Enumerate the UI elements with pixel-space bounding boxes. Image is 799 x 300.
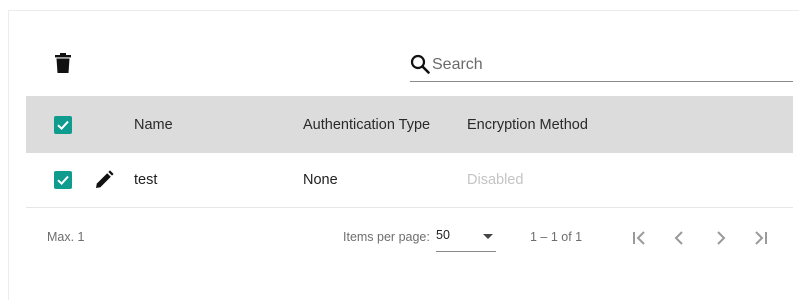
edit-button[interactable] <box>94 153 114 207</box>
cell-name: test <box>134 172 158 188</box>
first-page-button[interactable] <box>630 228 650 248</box>
delete-button[interactable] <box>54 52 72 74</box>
trash-icon <box>55 53 71 73</box>
items-per-page-value: 50 <box>436 228 450 242</box>
max-label: Max. 1 <box>47 230 85 244</box>
cell-authentication-type: None <box>303 172 338 188</box>
row-checkbox[interactable] <box>54 171 72 189</box>
items-per-page-select[interactable]: 50 <box>436 228 496 252</box>
last-page-icon <box>755 231 767 245</box>
cell-encryption-method: Disabled <box>467 172 524 188</box>
column-header-name[interactable]: Name <box>134 96 173 153</box>
header-select-all <box>54 96 72 153</box>
pencil-icon <box>96 170 114 188</box>
search-input[interactable] <box>432 54 782 76</box>
previous-page-button[interactable] <box>669 228 689 248</box>
dropdown-arrow-icon <box>483 234 493 239</box>
search-icon <box>410 54 430 74</box>
table-header: Name Authentication Type Encryption Meth… <box>26 96 793 153</box>
checkmark-icon <box>57 175 69 186</box>
chevron-left-icon <box>674 231 683 245</box>
last-page-button[interactable] <box>750 228 770 248</box>
search-field[interactable] <box>410 54 793 82</box>
items-per-page-label: Items per page: <box>343 230 430 244</box>
chevron-right-icon <box>717 231 726 245</box>
column-header-encryption-method[interactable]: Encryption Method <box>467 96 588 153</box>
range-label: 1 – 1 of 1 <box>530 230 583 244</box>
next-page-button[interactable] <box>711 228 731 248</box>
row-select <box>54 153 72 207</box>
table-footer: Max. 1 Items per page: 50 1 – 1 of 1 <box>26 208 793 266</box>
column-header-authentication-type[interactable]: Authentication Type <box>303 96 430 153</box>
select-all-checkbox[interactable] <box>54 115 72 134</box>
first-page-icon <box>633 231 645 245</box>
checkmark-icon <box>57 120 69 130</box>
table-row[interactable]: test None Disabled <box>26 153 793 208</box>
